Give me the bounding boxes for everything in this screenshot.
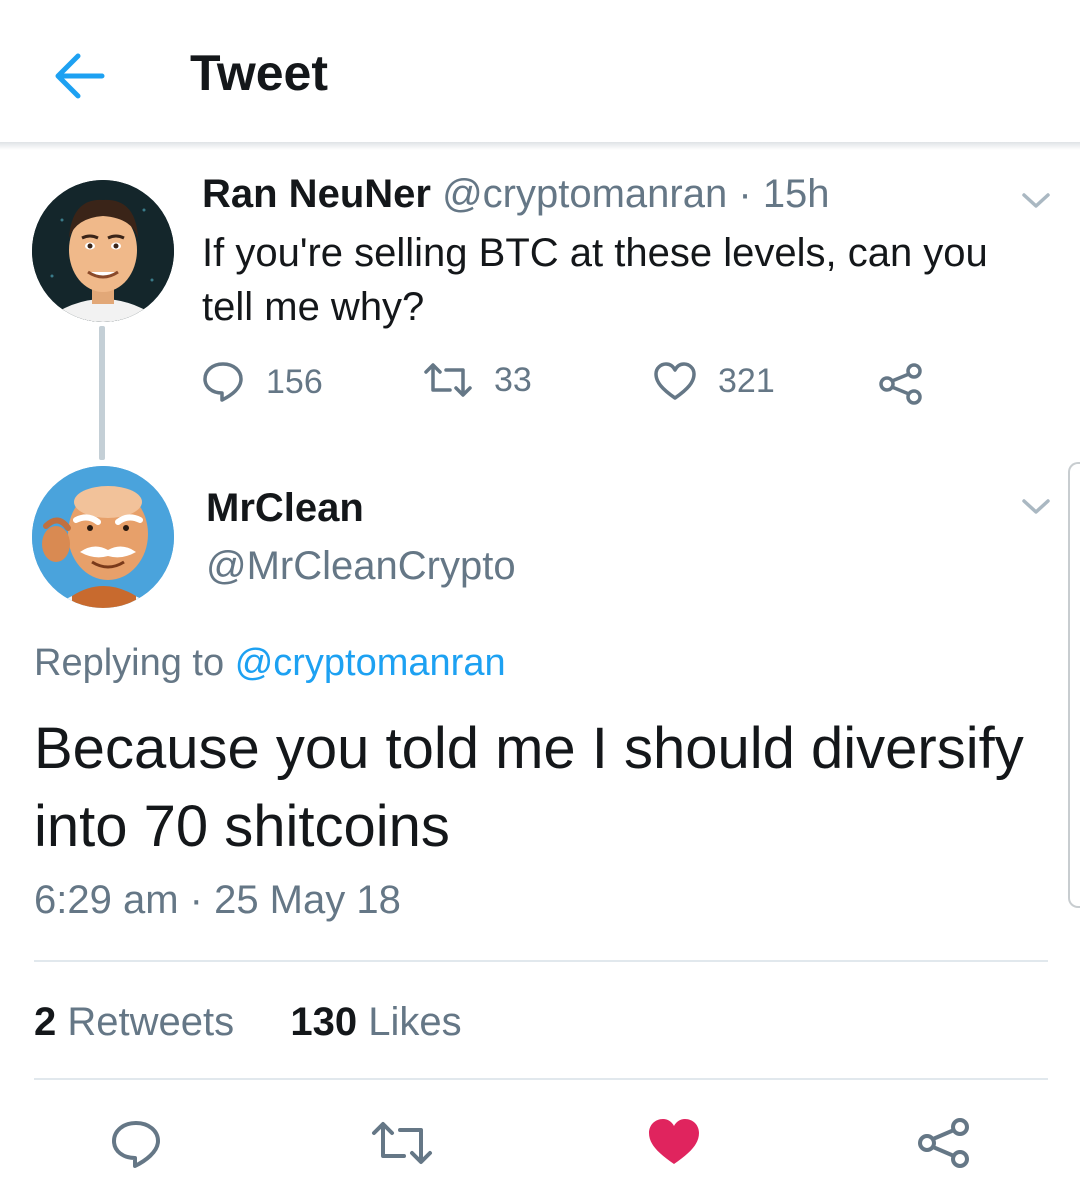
reply-author-handle[interactable]: @MrCleanCrypto	[206, 544, 516, 589]
avatar-mrclean[interactable]	[32, 466, 174, 608]
divider	[34, 960, 1048, 962]
retweets-stat[interactable]: 2 Retweets	[34, 1000, 245, 1044]
parent-retweet-button[interactable]: 33	[422, 360, 532, 400]
arrow-left-icon	[55, 53, 105, 99]
engagement-stats: 2 Retweets 130 Likes	[34, 1000, 462, 1045]
share-icon	[918, 1118, 969, 1168]
parent-tweet-time: 15h	[762, 172, 830, 216]
parent-author-name[interactable]: Ran NeuNer	[202, 172, 431, 216]
retweet-icon	[372, 1122, 432, 1164]
likes-label: Likes	[368, 1000, 462, 1044]
parent-tweet-header: Ran NeuNer @cryptomanran · 15h	[202, 172, 830, 217]
header-divider	[0, 142, 1080, 150]
parent-tweet-text: If you're selling BTC at these levels, c…	[202, 231, 988, 329]
chevron-down-icon	[1022, 499, 1050, 514]
share-button[interactable]	[916, 1116, 972, 1175]
scroll-indicator[interactable]	[1068, 462, 1080, 908]
reply-icon	[112, 1121, 160, 1168]
likes-count: 130	[290, 1000, 358, 1044]
back-button[interactable]	[44, 44, 116, 108]
parent-author-handle[interactable]: @cryptomanran	[442, 172, 727, 216]
avatar-illustration	[32, 180, 174, 322]
replying-to: Replying to @cryptomanran	[34, 642, 506, 685]
like-button[interactable]	[646, 1116, 702, 1173]
reply-tweet-text: Because you told me I should diversify i…	[34, 716, 1024, 859]
likes-stat[interactable]: 130 Likes	[290, 1000, 461, 1044]
divider	[34, 1078, 1048, 1080]
parent-share-button[interactable]	[878, 362, 924, 406]
avatar-ran-neuner[interactable]	[32, 180, 174, 322]
like-count: 321	[718, 361, 775, 400]
retweet-icon	[424, 363, 472, 397]
replying-to-handle-link[interactable]: @cryptomanran	[235, 642, 506, 684]
retweet-button[interactable]	[370, 1118, 434, 1173]
separator-dot: ·	[738, 172, 752, 216]
chevron-down-icon	[1022, 193, 1050, 208]
parent-tweet-menu-button[interactable]	[1016, 186, 1056, 216]
like-icon	[654, 362, 696, 400]
parent-reply-button[interactable]: 156	[200, 360, 323, 404]
retweet-count: 33	[494, 360, 532, 399]
reply-button[interactable]	[108, 1118, 164, 1175]
reply-count: 156	[266, 362, 323, 401]
avatar-illustration	[32, 466, 174, 608]
page-title: Tweet	[190, 45, 328, 101]
reply-icon	[203, 362, 243, 402]
share-icon	[879, 363, 922, 405]
reply-author-name[interactable]: MrClean	[206, 486, 364, 531]
top-app-bar: Tweet	[0, 0, 1080, 142]
reply-tweet-menu-button[interactable]	[1016, 492, 1056, 522]
reply-timestamp: 6:29 am · 25 May 18	[34, 878, 401, 922]
parent-like-button[interactable]: 321	[652, 360, 775, 402]
thread-connector	[99, 326, 105, 460]
like-icon-filled	[649, 1119, 699, 1164]
replying-to-label: Replying to	[34, 642, 225, 684]
retweets-count: 2	[34, 1000, 57, 1044]
retweets-label: Retweets	[67, 1000, 235, 1044]
